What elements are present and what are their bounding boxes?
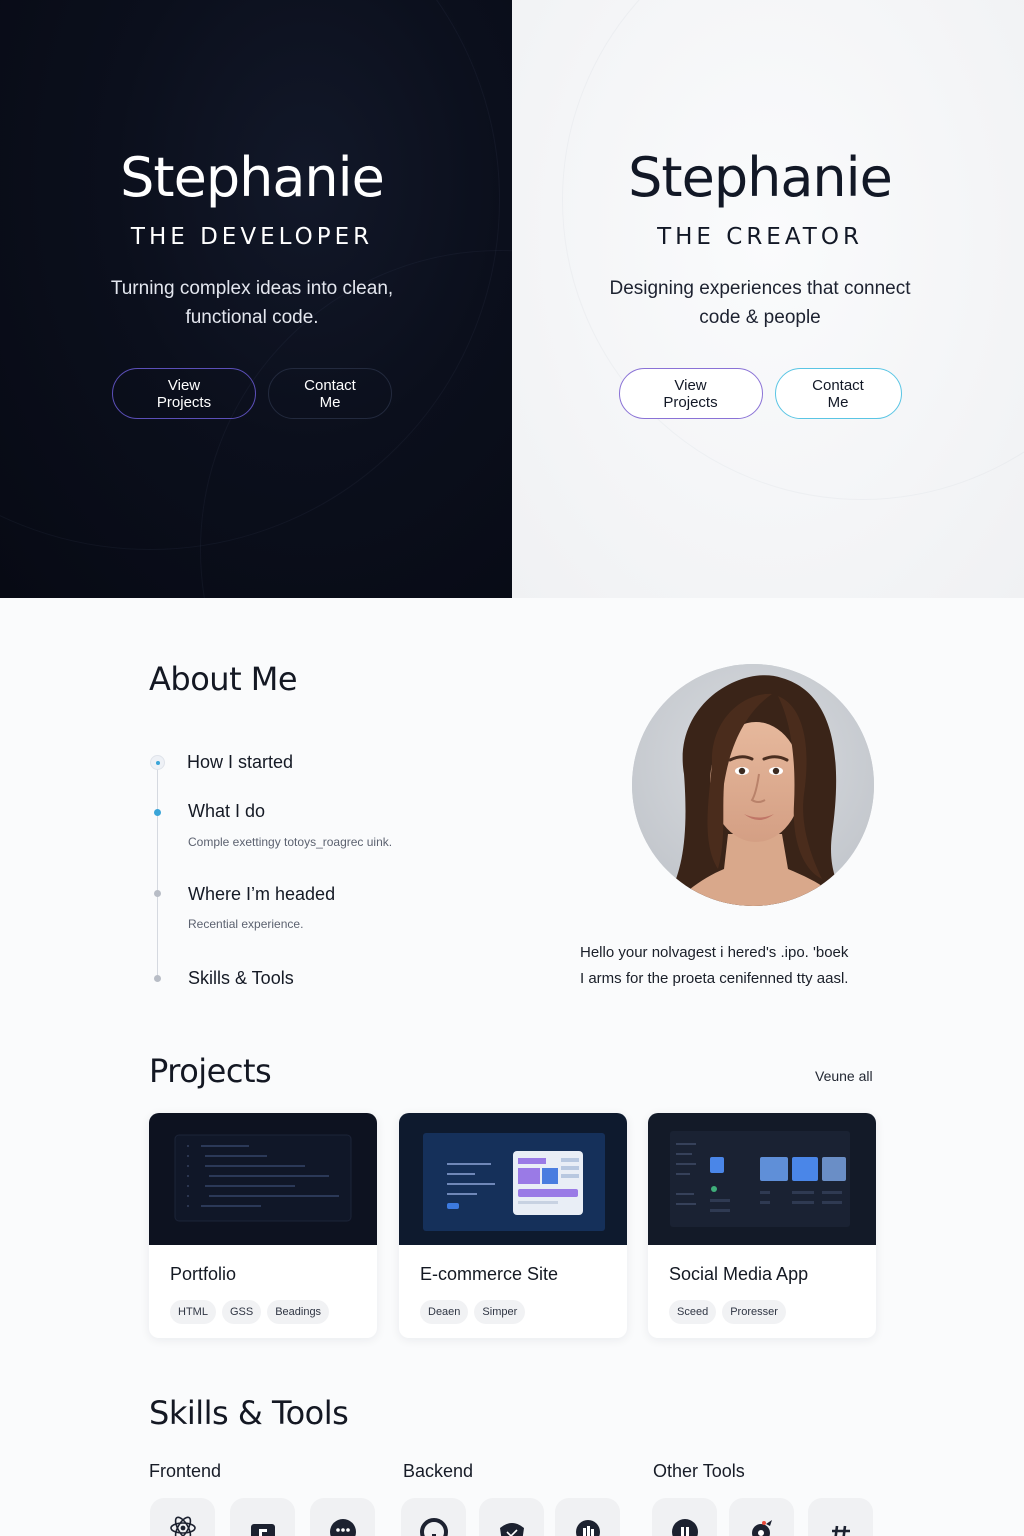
skill-tile[interactable] bbox=[310, 1498, 375, 1536]
project-tags: HTML GSS Beadings bbox=[170, 1300, 330, 1324]
project-tag: HTML bbox=[170, 1300, 216, 1324]
timeline-line bbox=[157, 765, 158, 978]
projects-title: Projects bbox=[149, 1052, 272, 1090]
avatar bbox=[632, 664, 874, 906]
bird-icon bbox=[751, 1520, 772, 1536]
project-tags: Sceed Proresser bbox=[669, 1300, 786, 1324]
project-tag: Simper bbox=[474, 1300, 526, 1324]
project-tag: GSS bbox=[221, 1300, 262, 1324]
hero-creator-name: Stephanie bbox=[628, 146, 893, 209]
about-bio-line: Hello your nolvagest i hered's .ipo. 'bo… bbox=[580, 944, 849, 961]
timeline-dot-core bbox=[156, 761, 160, 765]
skill-group-backend: Backend bbox=[403, 1461, 474, 1481]
api-shield-icon bbox=[499, 1523, 524, 1536]
project-tags: Deaen Simper bbox=[420, 1300, 526, 1324]
timeline-dot bbox=[154, 975, 161, 982]
skill-tile[interactable] bbox=[230, 1498, 295, 1536]
timeline-item-title[interactable]: Skills & Tools bbox=[188, 968, 294, 989]
hero-creator-tagline: Designing experiences that connect code … bbox=[609, 278, 911, 328]
project-card-portfolio[interactable]: Portfolio HTML GSS Beadings bbox=[149, 1113, 377, 1338]
hash-icon bbox=[831, 1525, 850, 1536]
timeline-item-title[interactable]: Where I’m headed bbox=[188, 884, 335, 905]
skill-group-frontend: Frontend bbox=[149, 1461, 222, 1481]
hero-creator-buttons: View Projects Contact Me bbox=[512, 368, 1016, 419]
project-tag: Proresser bbox=[722, 1300, 786, 1324]
hero-developer-content: Stephanie THE DEVELOPER Turning complex … bbox=[0, 146, 508, 419]
about-bio-line: I arms for the proeta cenifenned tty aas… bbox=[580, 970, 849, 987]
hero-developer-panel: Stephanie THE DEVELOPER Turning complex … bbox=[0, 0, 512, 598]
project-thumbnail bbox=[648, 1113, 876, 1245]
timeline-item-title[interactable]: How I started bbox=[187, 752, 293, 773]
ecommerce-thumbnail bbox=[399, 1113, 627, 1245]
hero-creator-role: THE CREATOR bbox=[657, 224, 863, 250]
skill-tile[interactable] bbox=[401, 1498, 466, 1536]
social-dashboard-thumbnail bbox=[648, 1113, 876, 1245]
project-tag: Deaen bbox=[420, 1300, 469, 1324]
timeline-item-title[interactable]: What I do bbox=[188, 801, 265, 822]
hero-developer-tagline: Turning complex ideas into clean, functi… bbox=[110, 278, 394, 328]
database-icon bbox=[575, 1520, 600, 1536]
skill-group-other-tools: Other Tools bbox=[653, 1461, 745, 1481]
view-projects-button[interactable]: View Projects bbox=[112, 368, 256, 419]
timeline-item-description: Recential experience. bbox=[188, 917, 304, 931]
hero-creator-content: Stephanie THE CREATOR Designing experien… bbox=[512, 146, 1016, 419]
hero-creator-panel: Stephanie THE CREATOR Designing experien… bbox=[512, 0, 1024, 598]
framework-icon bbox=[250, 1524, 275, 1536]
skill-tile[interactable] bbox=[729, 1498, 794, 1536]
hero-section: Stephanie THE DEVELOPER Turning complex … bbox=[0, 0, 1024, 598]
react-icon bbox=[169, 1516, 196, 1536]
timeline-dot-active bbox=[154, 809, 161, 816]
code-editor-thumbnail bbox=[149, 1113, 377, 1245]
skill-tile[interactable] bbox=[652, 1498, 717, 1536]
hero-developer-role: THE DEVELOPER bbox=[130, 224, 374, 250]
skills-title: Skills & Tools bbox=[149, 1394, 349, 1432]
code-bubble-icon bbox=[329, 1519, 356, 1536]
skill-tile[interactable] bbox=[555, 1498, 620, 1536]
see-all-link[interactable]: Veune all bbox=[815, 1068, 873, 1084]
project-card-social-media[interactable]: Social Media App Sceed Proresser bbox=[648, 1113, 876, 1338]
project-thumbnail bbox=[149, 1113, 377, 1245]
contact-me-button[interactable]: Contact Me bbox=[774, 368, 902, 419]
skill-tile[interactable] bbox=[808, 1498, 873, 1536]
project-title: Social Media App bbox=[669, 1264, 809, 1284]
hero-developer-buttons: View Projects Contact Me bbox=[0, 368, 508, 419]
project-card-ecommerce[interactable]: E-commerce Site Deaen Simper bbox=[399, 1113, 627, 1338]
project-thumbnail bbox=[399, 1113, 627, 1245]
avatar-portrait bbox=[632, 664, 874, 906]
about-bio: Hello your nolvagest i hered's .ipo. 'bo… bbox=[580, 940, 880, 992]
about-title: About Me bbox=[149, 660, 298, 698]
timeline-dot bbox=[154, 890, 161, 897]
tool-circle-icon bbox=[671, 1519, 698, 1536]
contact-me-button[interactable]: Contact Me bbox=[268, 368, 392, 419]
view-projects-button[interactable]: View Projects bbox=[618, 368, 763, 419]
skill-tile[interactable] bbox=[479, 1498, 544, 1536]
project-tag: Beadings bbox=[267, 1300, 330, 1324]
timeline-dot bbox=[150, 755, 165, 770]
hero-developer-name: Stephanie bbox=[120, 146, 385, 209]
skill-tile[interactable] bbox=[150, 1498, 215, 1536]
project-title: Portfolio bbox=[170, 1264, 237, 1284]
timeline-item-description: Comple exettingy totoys_roagrec uink. bbox=[188, 835, 393, 849]
server-ring-icon bbox=[419, 1518, 448, 1536]
project-tag: Sceed bbox=[669, 1300, 717, 1324]
project-title: E-commerce Site bbox=[420, 1264, 559, 1284]
